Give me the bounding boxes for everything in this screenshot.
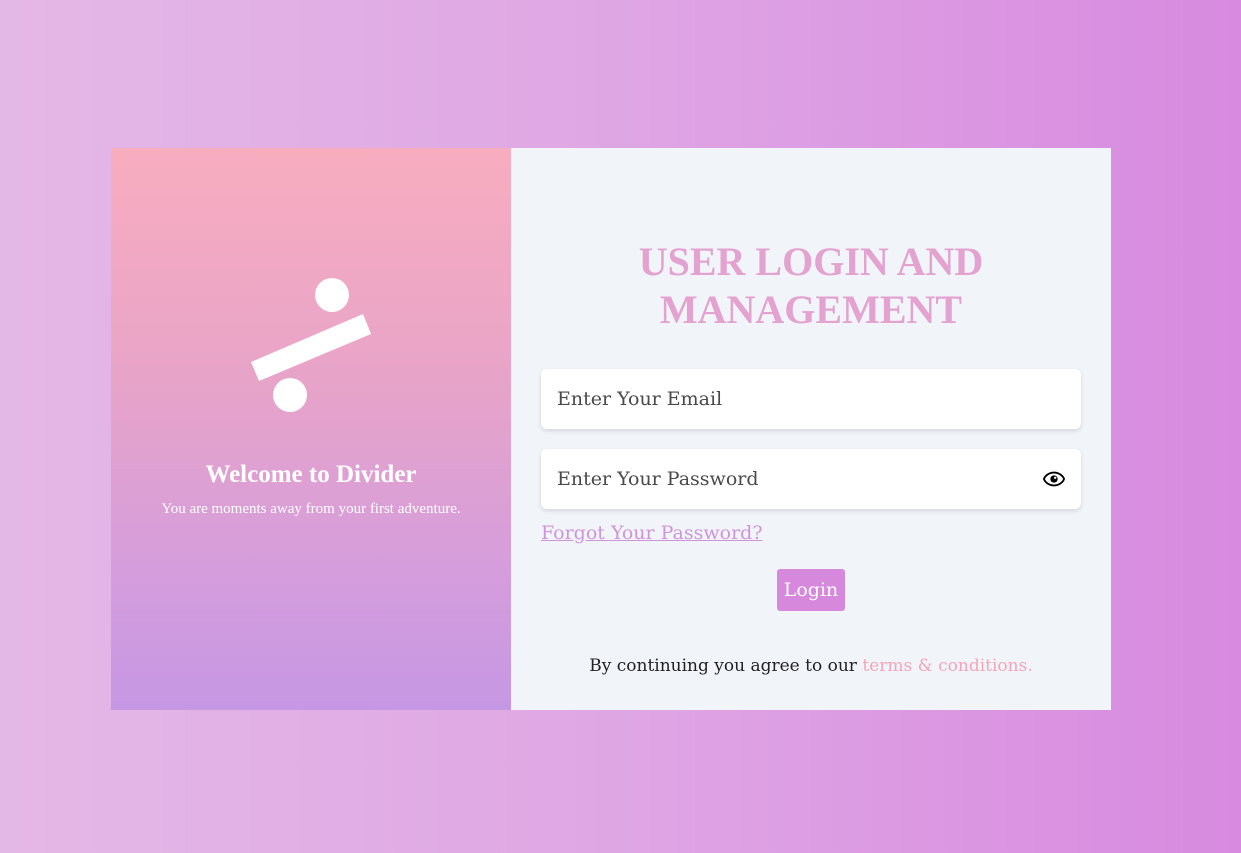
email-field-container [541, 369, 1081, 429]
welcome-title: Welcome to Divider [205, 461, 417, 488]
terms-notice: By continuing you agree to our terms & c… [541, 656, 1081, 676]
page-title: USER LOGIN AND MANAGEMENT [638, 239, 984, 332]
login-button[interactable]: Login [777, 569, 845, 611]
email-field[interactable] [541, 369, 1011, 429]
terms-prefix: By continuing you agree to our [589, 656, 863, 676]
password-field-container [541, 449, 1081, 509]
password-field[interactable] [541, 449, 1011, 509]
login-card: Welcome to Divider You are moments away … [111, 148, 1111, 710]
divide-sign-icon [251, 278, 371, 412]
eye-icon[interactable] [1043, 469, 1065, 489]
terms-link[interactable]: terms & conditions. [862, 656, 1032, 676]
welcome-subtitle: You are moments away from your first adv… [161, 501, 461, 517]
login-panel: USER LOGIN AND MANAGEMENT Forgot Your Pa… [511, 148, 1111, 710]
welcome-panel: Welcome to Divider You are moments away … [111, 148, 511, 710]
forgot-password-link[interactable]: Forgot Your Password? [541, 522, 763, 544]
